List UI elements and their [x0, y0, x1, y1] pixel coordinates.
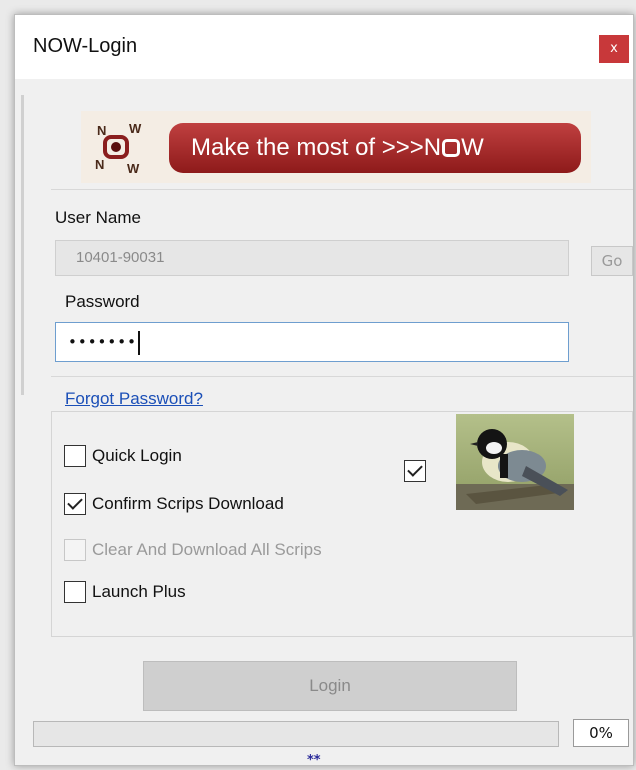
progress-percent: 0%: [573, 719, 629, 747]
username-field[interactable]: 10401-90031: [55, 240, 569, 276]
login-window: NOW-Login x N W N W Make the most of >>>…: [14, 14, 634, 768]
window-title: NOW-Login: [33, 35, 138, 57]
status-marker: **: [307, 753, 321, 768]
quick-login-checkbox[interactable]: [64, 445, 86, 467]
launch-plus-checkbox[interactable]: [64, 581, 86, 603]
banner-slogan: Make the most of >>>N W: [169, 123, 581, 173]
bird-image: [456, 414, 574, 510]
clear-download-option: Clear And Download All Scrips: [64, 536, 322, 564]
text-caret: [137, 330, 140, 355]
title-bar[interactable]: NOW-Login x: [15, 15, 633, 79]
forgot-password-link[interactable]: Forgot Password?: [65, 389, 203, 409]
launch-plus-option[interactable]: Launch Plus: [64, 578, 186, 606]
extra-checkbox[interactable]: [404, 460, 426, 482]
credentials-panel: User Name 10401-90031 Go Password ••••••…: [51, 189, 633, 377]
login-button[interactable]: Login: [143, 661, 517, 711]
banner: N W N W Make the most of >>>N W: [81, 111, 591, 183]
password-label: Password: [65, 292, 140, 311]
close-button[interactable]: x: [599, 35, 629, 63]
options-panel: Quick Login Confirm Scrips Download Clea…: [51, 411, 633, 637]
window-edge: [21, 95, 24, 395]
password-field[interactable]: •••••••: [55, 322, 569, 362]
username-label: User Name: [55, 208, 141, 227]
confirm-scrips-checkbox[interactable]: [64, 493, 86, 515]
download-progress-bar: [33, 721, 559, 747]
now-logo-icon: N W N W: [95, 121, 142, 176]
clear-download-checkbox: [64, 539, 86, 561]
confirm-scrips-option[interactable]: Confirm Scrips Download: [64, 490, 284, 518]
quick-login-option[interactable]: Quick Login: [64, 442, 182, 470]
go-button[interactable]: Go: [591, 246, 633, 276]
